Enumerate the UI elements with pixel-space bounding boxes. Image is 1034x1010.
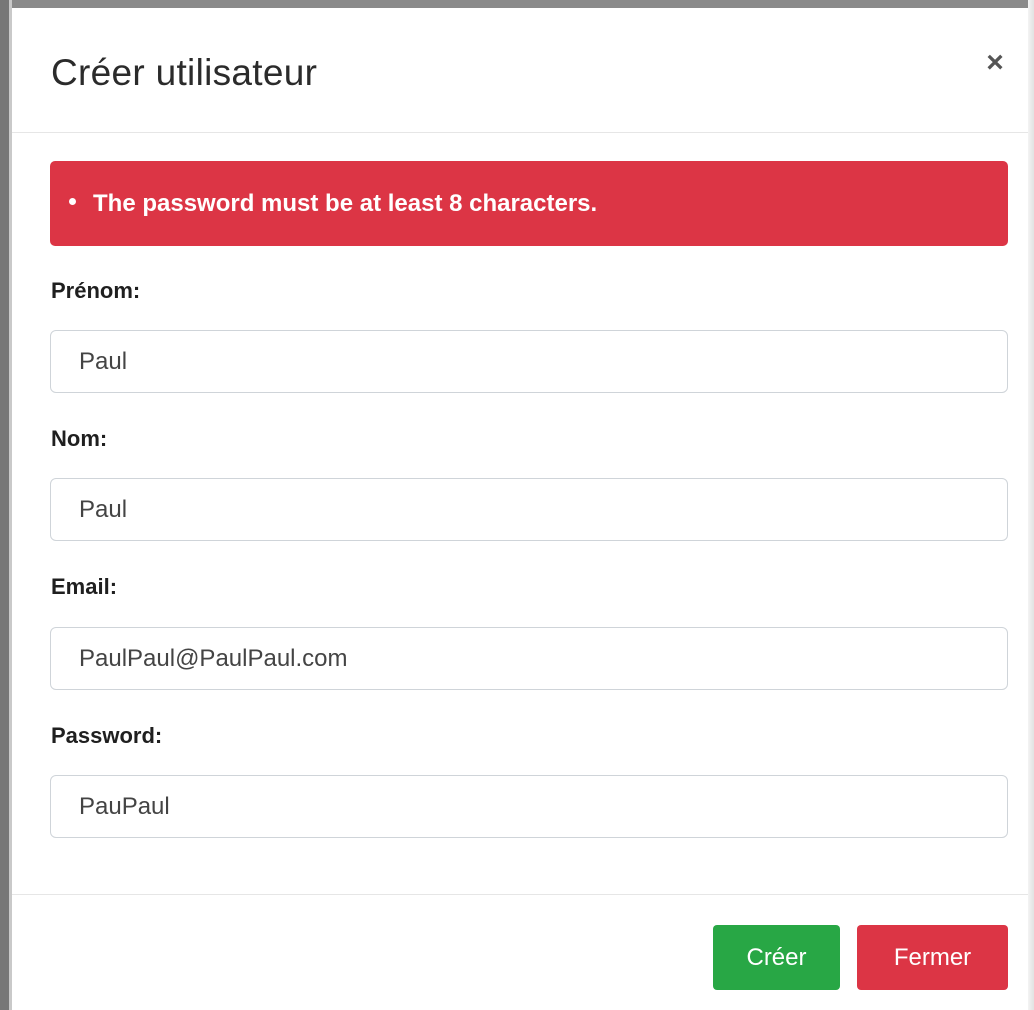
backdrop-left-edge xyxy=(0,0,9,1010)
backdrop-top-edge xyxy=(0,0,1034,8)
close-icon[interactable]: × xyxy=(980,48,1010,78)
page: Créer utilisateur × The password must be… xyxy=(0,0,1034,1010)
password-label: Password: xyxy=(51,723,163,748)
last-name-input[interactable] xyxy=(50,478,1008,541)
modal-footer: Créer Fermer xyxy=(12,894,1028,1010)
error-alert: The password must be at least 8 characte… xyxy=(50,161,1008,246)
modal-header: Créer utilisateur × xyxy=(12,8,1028,133)
modal-title: Créer utilisateur xyxy=(51,52,318,93)
last-name-label: Nom: xyxy=(51,426,108,451)
email-label: Email: xyxy=(51,574,118,599)
create-button[interactable]: Créer xyxy=(713,925,840,990)
create-user-modal: Créer utilisateur × The password must be… xyxy=(12,8,1028,1010)
first-name-label: Prénom: xyxy=(51,278,141,303)
bullet-icon xyxy=(69,198,76,206)
password-input[interactable] xyxy=(50,775,1008,838)
error-message-text: The password must be at least 8 characte… xyxy=(93,190,598,217)
first-name-input[interactable] xyxy=(50,330,1008,393)
close-button[interactable]: Fermer xyxy=(857,925,1008,990)
email-input[interactable] xyxy=(50,627,1008,690)
backdrop-right-edge xyxy=(1028,0,1034,1010)
error-message-item: The password must be at least 8 characte… xyxy=(69,190,597,218)
